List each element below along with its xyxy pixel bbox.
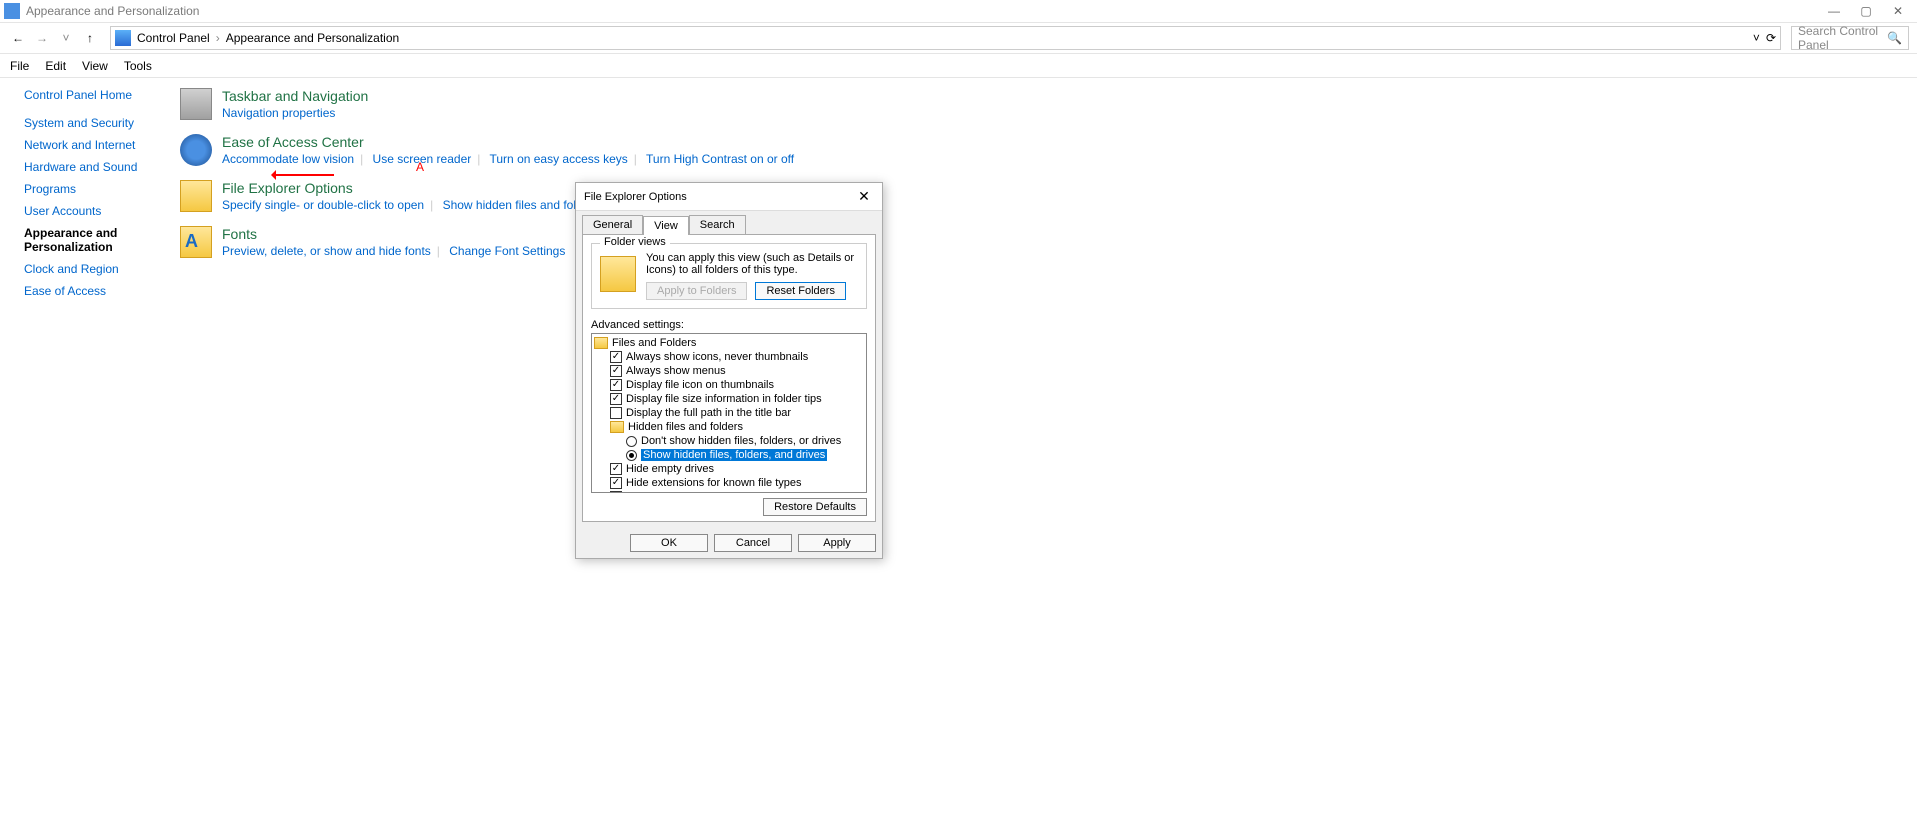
search-box[interactable]: Search Control Panel 🔍 [1791, 26, 1909, 50]
reset-folders-button[interactable]: Reset Folders [755, 282, 845, 300]
tree-root: Files and Folders [612, 337, 696, 349]
cat-explorer-title[interactable]: File Explorer Options [222, 180, 599, 196]
checkbox[interactable]: ✓ [610, 463, 622, 475]
menu-tools[interactable]: Tools [124, 59, 152, 73]
radio[interactable] [626, 450, 637, 461]
menu-file[interactable]: File [10, 59, 29, 73]
link-change-font-settings[interactable]: Change Font Settings [449, 244, 565, 258]
checkbox[interactable] [610, 407, 622, 419]
checkbox[interactable]: ✓ [610, 393, 622, 405]
opt-hide-merge[interactable]: Hide folder merge conflicts [626, 491, 756, 493]
opt-hide-ext[interactable]: Hide extensions for known file types [626, 477, 801, 489]
breadcrumb-sep: › [212, 31, 224, 45]
folder-icon [610, 421, 624, 433]
checkbox[interactable]: ✓ [610, 351, 622, 363]
opt-full-path[interactable]: Display the full path in the title bar [626, 407, 791, 419]
up-button[interactable]: ↑ [80, 28, 100, 48]
fonts-icon [180, 226, 212, 258]
opt-always-menus[interactable]: Always show menus [626, 365, 726, 377]
maximize-button[interactable]: ▢ [1859, 4, 1873, 18]
control-panel-icon [115, 30, 131, 46]
sidebar-home[interactable]: Control Panel Home [24, 88, 160, 102]
back-button[interactable]: ← [8, 28, 28, 48]
sidebar-item-hardware[interactable]: Hardware and Sound [24, 160, 160, 174]
folder-icon [594, 337, 608, 349]
dialog-title: File Explorer Options [584, 191, 854, 203]
menubar: File Edit View Tools [0, 54, 1917, 78]
cat-ease-title[interactable]: Ease of Access Center [222, 134, 794, 150]
forward-button: → [32, 28, 52, 48]
folder-options-icon [180, 180, 212, 212]
link-click-open[interactable]: Specify single- or double-click to open [222, 198, 424, 212]
menu-view[interactable]: View [82, 59, 108, 73]
sidebar: Control Panel Home System and Security N… [0, 78, 160, 316]
opt-always-icons[interactable]: Always show icons, never thumbnails [626, 351, 808, 363]
breadcrumb-current[interactable]: Appearance and Personalization [226, 31, 399, 45]
folder-views-icon [600, 256, 636, 292]
tab-search[interactable]: Search [689, 215, 746, 234]
annotation-label-a: A [416, 160, 424, 174]
restore-defaults-button[interactable]: Restore Defaults [763, 498, 867, 516]
advanced-settings-label: Advanced settings: [591, 319, 867, 331]
checkbox[interactable]: ✓ [610, 491, 622, 493]
cat-taskbar-title[interactable]: Taskbar and Navigation [222, 88, 368, 104]
app-icon [4, 3, 20, 19]
close-button[interactable]: ✕ [1891, 4, 1905, 18]
sidebar-item-ease[interactable]: Ease of Access [24, 284, 160, 298]
cancel-button[interactable]: Cancel [714, 534, 792, 552]
opt-hide-empty[interactable]: Hide empty drives [626, 463, 714, 475]
dialog-close-button[interactable]: ✕ [854, 188, 874, 205]
apply-button[interactable]: Apply [798, 534, 876, 552]
tree-hidden: Hidden files and folders [628, 421, 743, 433]
breadcrumb-root[interactable]: Control Panel [137, 31, 210, 45]
titlebar: Appearance and Personalization — ▢ ✕ [0, 0, 1917, 22]
sidebar-item-clock[interactable]: Clock and Region [24, 262, 160, 276]
tab-general[interactable]: General [582, 215, 643, 234]
navbar: ← → ˅ ↑ Control Panel › Appearance and P… [0, 22, 1917, 54]
checkbox[interactable]: ✓ [610, 477, 622, 489]
window-title: Appearance and Personalization [26, 4, 1827, 18]
minimize-button[interactable]: — [1827, 4, 1841, 18]
search-placeholder: Search Control Panel [1798, 24, 1887, 52]
sidebar-item-appearance[interactable]: Appearance and Personalization [24, 226, 160, 254]
sidebar-item-programs[interactable]: Programs [24, 182, 160, 196]
checkbox[interactable]: ✓ [610, 365, 622, 377]
opt-show-hidden[interactable]: Show hidden files, folders, and drives [641, 449, 827, 461]
opt-file-icon[interactable]: Display file icon on thumbnails [626, 379, 774, 391]
group-folder-views: Folder views [600, 236, 670, 248]
sidebar-item-system[interactable]: System and Security [24, 116, 160, 130]
tab-view[interactable]: View [643, 216, 689, 235]
sidebar-item-network[interactable]: Network and Internet [24, 138, 160, 152]
folder-views-text: You can apply this view (such as Details… [646, 252, 858, 276]
file-explorer-options-dialog: File Explorer Options ✕ General View Sea… [575, 182, 883, 559]
link-high-contrast[interactable]: Turn High Contrast on or off [646, 152, 794, 166]
recent-dropdown[interactable]: ˅ [56, 28, 76, 48]
address-dropdown-icon[interactable]: ˅ [1753, 31, 1760, 45]
opt-file-size[interactable]: Display file size information in folder … [626, 393, 822, 405]
search-icon: 🔍 [1887, 31, 1902, 45]
apply-to-folders-button: Apply to Folders [646, 282, 747, 300]
radio[interactable] [626, 436, 637, 447]
advanced-settings-tree[interactable]: Files and Folders ✓ Always show icons, ne… [591, 333, 867, 493]
cat-fonts-title[interactable]: Fonts [222, 226, 565, 242]
checkbox[interactable]: ✓ [610, 379, 622, 391]
ease-icon [180, 134, 212, 166]
link-nav-properties[interactable]: Navigation properties [222, 106, 335, 120]
sidebar-item-users[interactable]: User Accounts [24, 204, 160, 218]
opt-dont-show-hidden[interactable]: Don't show hidden files, folders, or dri… [641, 435, 841, 447]
address-bar[interactable]: Control Panel › Appearance and Personali… [110, 26, 1781, 50]
refresh-icon[interactable]: ⟳ [1766, 31, 1776, 45]
link-preview-fonts[interactable]: Preview, delete, or show and hide fonts [222, 244, 431, 258]
ok-button[interactable]: OK [630, 534, 708, 552]
menu-edit[interactable]: Edit [45, 59, 66, 73]
taskbar-icon [180, 88, 212, 120]
link-easy-access[interactable]: Turn on easy access keys [490, 152, 628, 166]
link-low-vision[interactable]: Accommodate low vision [222, 152, 354, 166]
